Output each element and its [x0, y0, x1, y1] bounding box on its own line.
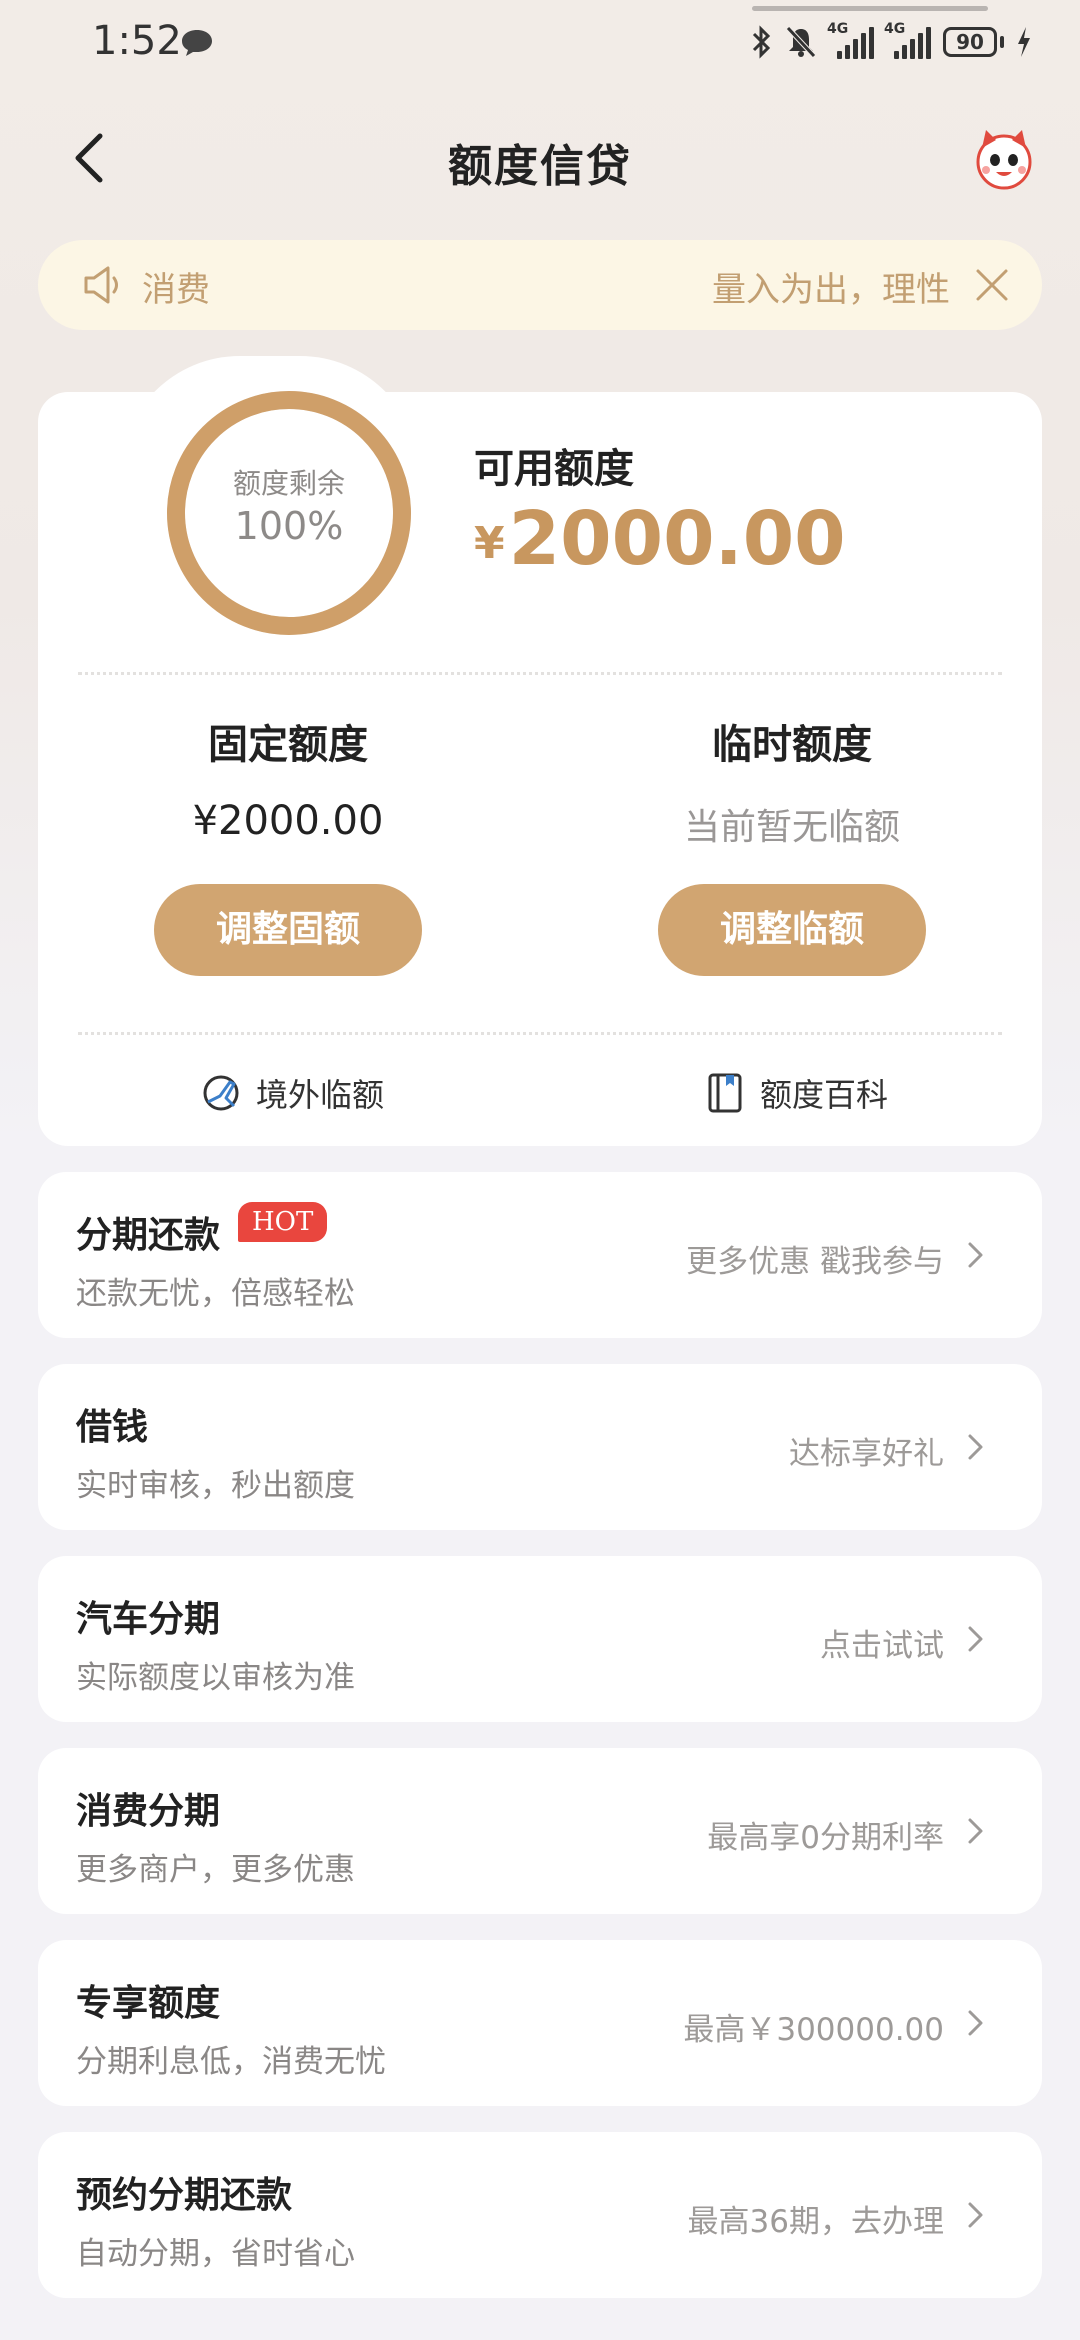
- close-icon[interactable]: [972, 265, 1012, 305]
- currency-symbol: ¥: [474, 518, 505, 569]
- service-item-scheduled-installment[interactable]: 预约分期还款 自动分期，省时省心 最高36期，去办理: [38, 2132, 1042, 2298]
- fixed-credit-column: 固定额度 ¥2000.00 调整固额: [88, 712, 488, 976]
- adjust-fixed-button[interactable]: 调整固额: [154, 884, 422, 976]
- temporary-credit-column: 临时额度 当前暂无临额 调整临额: [592, 712, 992, 976]
- status-time: 1:52: [92, 18, 182, 64]
- service-item-installment-repayment[interactable]: 分期还款 HOT 还款无忧，倍感轻松 更多优惠 戳我参与: [38, 1172, 1042, 1338]
- header: 额度信贷: [0, 110, 1080, 210]
- divider: [78, 1032, 1002, 1035]
- adjust-temporary-button[interactable]: 调整临额: [658, 884, 926, 976]
- service-item-consumer-installment[interactable]: 消费分期 更多商户，更多优惠 最高享0分期利率: [38, 1748, 1042, 1914]
- chevron-right-icon: [968, 1626, 983, 1652]
- hot-badge: HOT: [238, 1202, 328, 1242]
- notice-label: 消费: [142, 270, 210, 310]
- service-subtitle: 实际额度以审核为准: [76, 1660, 355, 1696]
- speaker-icon: [84, 266, 118, 304]
- status-bar: 1:52 4G 4G 90: [0, 0, 1080, 90]
- mute-bell-icon: [786, 26, 816, 58]
- service-subtitle: 实时审核，秒出额度: [76, 1468, 355, 1504]
- battery-level: 90: [943, 27, 997, 57]
- service-subtitle: 更多商户，更多优惠: [76, 1852, 355, 1888]
- notice-bar[interactable]: 消费 量入为出，理性: [38, 240, 1042, 330]
- bluetooth-icon: [752, 25, 771, 59]
- service-title: 预约分期还款: [76, 2175, 293, 2216]
- credit-card: 额度剩余 100% 可用额度 ¥2000.00 固定额度 ¥2000.00 调整…: [38, 391, 1042, 1146]
- service-title: 分期还款: [76, 1215, 221, 1256]
- available-amount: ¥2000.00: [474, 496, 846, 582]
- chevron-right-icon: [968, 2202, 983, 2228]
- service-promo: 更多优惠 戳我参与: [686, 1244, 944, 1280]
- service-title: 消费分期: [76, 1791, 221, 1832]
- signal-1-icon: 4G: [827, 21, 874, 59]
- service-promo: 最高享0分期利率: [707, 1820, 944, 1856]
- notice-message: 量入为出，理性: [712, 270, 950, 310]
- service-subtitle: 分期利息低，消费无忧: [76, 2044, 386, 2080]
- drag-handle: [752, 6, 988, 11]
- service-promo: 达标享好礼: [789, 1436, 944, 1472]
- chat-bubble-icon: [182, 30, 212, 56]
- battery-icon: 90: [943, 27, 1004, 57]
- network-type-1: 4G: [827, 21, 849, 37]
- charging-bolt-icon: [1018, 27, 1030, 57]
- service-subtitle: 自动分期，省时省心: [76, 2236, 355, 2272]
- credit-wiki-link[interactable]: 额度百科: [704, 1070, 888, 1116]
- service-item-car-installment[interactable]: 汽车分期 实际额度以审核为准 点击试试: [38, 1556, 1042, 1722]
- ring-label: 额度剩余: [232, 467, 345, 500]
- book-icon: [708, 1073, 742, 1113]
- page-title: 额度信贷: [448, 141, 632, 192]
- plane-globe-icon: [203, 1075, 239, 1111]
- service-promo: 最高￥300000.00: [683, 2012, 944, 2048]
- divider: [78, 672, 1002, 675]
- temporary-credit-value: 当前暂无临额: [683, 807, 900, 848]
- network-type-2: 4G: [884, 21, 906, 37]
- credit-page: 1:52 4G 4G 90 额度信贷 消费 量入为出，理性 额度剩余 100% …: [0, 0, 1080, 2340]
- available-amount-value: 2000.00: [508, 496, 846, 582]
- chevron-right-icon: [968, 1242, 983, 1268]
- service-promo: 点击试试: [820, 1628, 944, 1664]
- service-item-borrow[interactable]: 借钱 实时审核，秒出额度 达标享好礼: [38, 1364, 1042, 1530]
- status-icons: 4G 4G 90: [751, 21, 1032, 62]
- service-title: 借钱: [76, 1407, 149, 1448]
- overseas-temp-credit-link[interactable]: 境外临额: [200, 1070, 384, 1116]
- chevron-right-icon: [968, 1818, 983, 1844]
- credit-wiki-label: 额度百科: [760, 1076, 889, 1114]
- service-title: 专享额度: [76, 1983, 221, 2024]
- mascot-service-icon[interactable]: [968, 122, 1040, 194]
- signal-2-icon: 4G: [884, 21, 931, 59]
- fixed-credit-title: 固定额度: [208, 722, 368, 768]
- service-title: 汽车分期: [76, 1599, 221, 1640]
- available-label: 可用额度: [474, 446, 634, 492]
- chevron-right-icon: [968, 2010, 983, 2036]
- service-promo: 最高36期，去办理: [687, 2204, 944, 2240]
- overseas-temp-credit-label: 境外临额: [256, 1076, 385, 1114]
- service-subtitle: 还款无忧，倍感轻松: [76, 1276, 355, 1312]
- ring-percent: 100%: [234, 504, 344, 548]
- chevron-right-icon: [968, 1434, 983, 1460]
- temporary-credit-title: 临时额度: [712, 722, 872, 768]
- service-item-exclusive-credit[interactable]: 专享额度 分期利息低，消费无忧 最高￥300000.00: [38, 1940, 1042, 2106]
- fixed-credit-value: ¥2000.00: [192, 798, 384, 844]
